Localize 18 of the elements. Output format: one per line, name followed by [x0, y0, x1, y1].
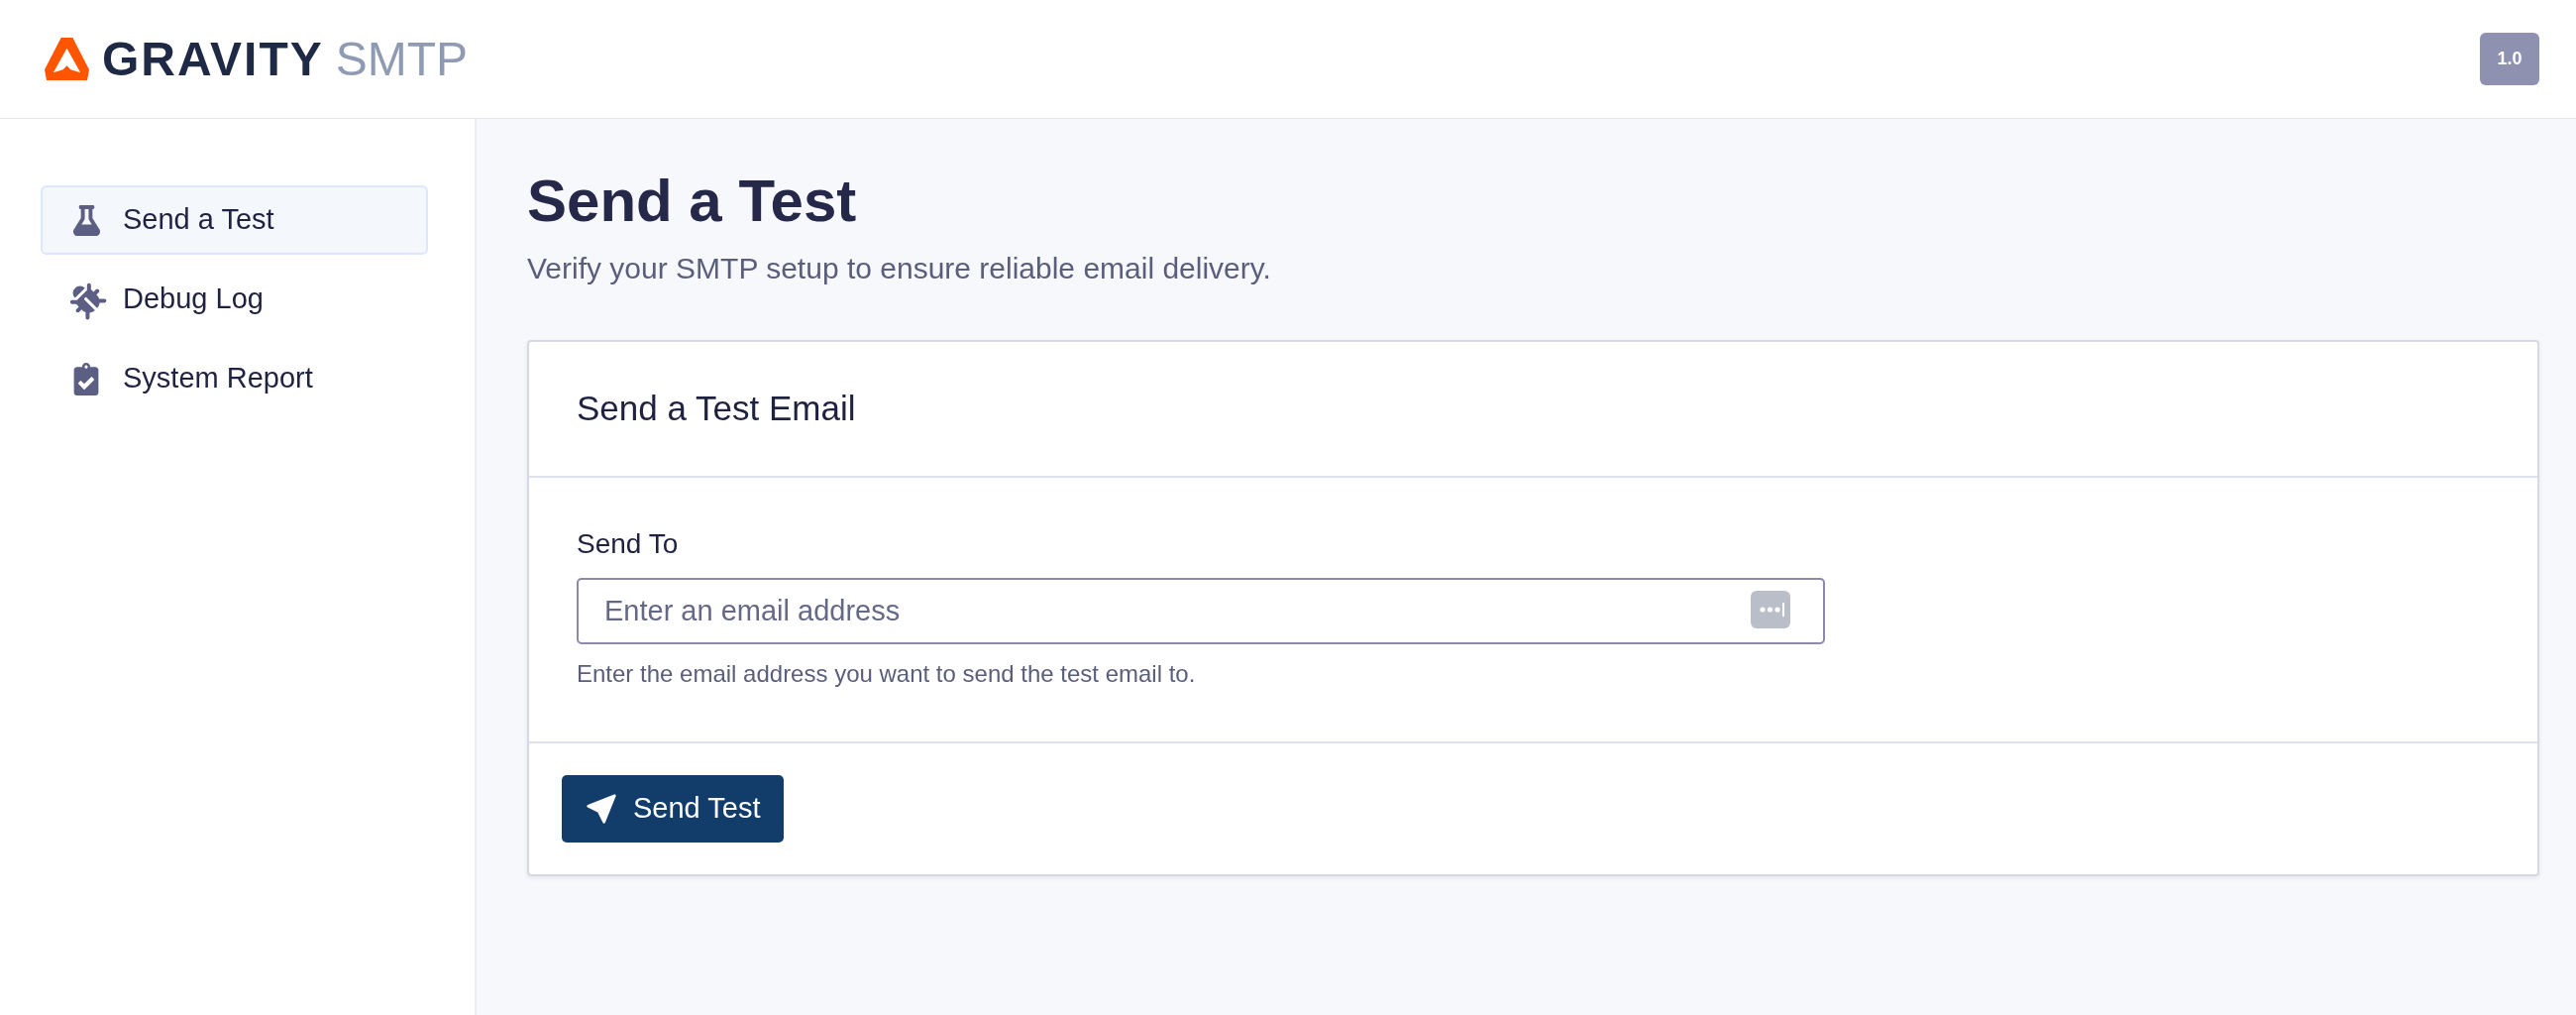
- logo-icon: [45, 38, 89, 80]
- sidebar-item[interactable]: Send a Test: [41, 185, 428, 255]
- email-input[interactable]: Enter an email address: [577, 578, 1825, 644]
- sidebar-item[interactable]: Debug Log: [41, 265, 428, 334]
- field-label: Send To: [577, 527, 679, 561]
- page-title: Send a Test: [527, 167, 857, 236]
- brand-name: GRAVITY: [102, 35, 324, 83]
- flask-icon: [70, 204, 102, 236]
- paper-plane-icon: [586, 793, 617, 825]
- dots-icon: [1751, 591, 1790, 628]
- clipboard-check-icon: [72, 362, 100, 395]
- send-test-button[interactable]: Send Test: [562, 775, 785, 843]
- sidebar-item[interactable]: System Report: [41, 344, 428, 413]
- card-title: Send a Test Email: [577, 388, 856, 430]
- field-help-text: Enter the email address you want to send the test email to.: [577, 659, 1196, 689]
- product-name: SMTP: [335, 35, 469, 83]
- version-badge: 1.0: [2480, 33, 2539, 85]
- page-subtitle: Verify your SMTP setup to ensure reliable email delivery.: [527, 251, 1271, 286]
